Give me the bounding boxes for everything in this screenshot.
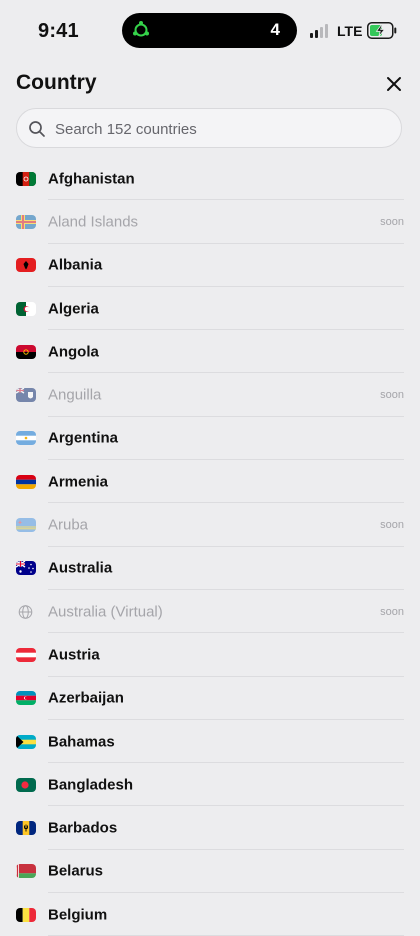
soon-badge: soon [380, 605, 404, 618]
ubuntu-logo-icon [133, 21, 149, 37]
flag-aw-icon [16, 518, 36, 533]
country-row[interactable]: Anguilla soon [0, 373, 420, 418]
status-bar: 9:41 4 LTE [0, 0, 420, 62]
country-row[interactable]: Bangladesh [0, 763, 420, 807]
country-name: Bahamas [48, 733, 115, 750]
country-row[interactable]: Armenia [0, 460, 420, 504]
status-time: 9:41 [38, 20, 79, 42]
soon-badge: soon [380, 389, 404, 402]
flag-bb-icon [16, 821, 36, 836]
dynamic-island[interactable]: 4 [122, 13, 297, 48]
country-name: Armenia [48, 473, 109, 491]
country-row[interactable]: Aruba soon [0, 503, 420, 547]
country-list: Afghanistan Aland Islands soon Albania Alger… [0, 157, 420, 936]
country-row[interactable]: Barbados [0, 806, 420, 851]
country-row[interactable]: Australia (Virtual) soon [0, 590, 420, 634]
globe-icon [18, 604, 33, 619]
soon-badge: soon [380, 519, 404, 532]
country-row[interactable]: Australia [0, 547, 420, 591]
signal-icon [310, 24, 330, 38]
country-row[interactable]: Albania [0, 244, 420, 288]
country-row[interactable]: Azerbaijan [0, 677, 420, 721]
soon-badge: soon [380, 215, 404, 228]
flag-ao-icon [16, 344, 36, 359]
search-icon [29, 121, 45, 137]
flag-be-icon [16, 907, 36, 922]
flag-ai-icon [16, 388, 36, 403]
flag-bd-icon [16, 777, 36, 792]
flag-at-icon [16, 647, 36, 662]
country-name: Azerbaijan [48, 689, 124, 707]
country-name: Algeria [48, 300, 99, 318]
country-row[interactable]: Afghanistan [0, 157, 420, 201]
island-counter: 4 [270, 20, 280, 39]
country-name: Afghanistan [48, 170, 135, 188]
page-title: Country [16, 71, 97, 94]
country-name: Anguilla [48, 386, 102, 404]
country-row[interactable]: Aland Islands soon [0, 200, 420, 244]
country-name: Albania [48, 256, 103, 274]
country-name: Australia (Virtual) [48, 603, 163, 621]
country-name: Belarus [48, 862, 104, 880]
country-row[interactable]: Algeria [0, 287, 420, 331]
header: Country [0, 62, 420, 106]
country-name: Barbados [48, 819, 118, 837]
country-name: Argentina [48, 429, 119, 447]
network-type: LTE [337, 23, 363, 39]
flag-bs-icon [16, 734, 36, 749]
flag-af-icon [16, 171, 36, 186]
country-row[interactable]: Belarus [0, 850, 420, 894]
country-name: Australia [48, 559, 113, 577]
country-name: Austria [48, 646, 100, 664]
country-name: Bangladesh [48, 776, 134, 794]
flag-am-icon [16, 474, 36, 489]
country-row[interactable]: Belgium [0, 893, 420, 936]
country-name: Angola [48, 343, 99, 361]
flag-al-icon [16, 258, 36, 273]
flag-au-icon [16, 561, 36, 576]
search-bar[interactable] [16, 108, 402, 149]
flag-dz-icon [16, 301, 36, 316]
country-row[interactable]: Argentina [0, 417, 420, 461]
flag-az-icon [16, 691, 36, 706]
battery-charging-icon [367, 22, 397, 39]
flag-by-icon [16, 864, 36, 879]
country-name: Aruba [48, 516, 89, 534]
flag-ax-icon [16, 214, 36, 229]
country-name: Belgium [48, 906, 108, 924]
country-row[interactable]: Bahamas [0, 720, 420, 764]
country-row[interactable]: Angola [0, 330, 420, 374]
search-input[interactable] [53, 109, 387, 149]
country-name: Aland Islands [48, 213, 139, 231]
close-button[interactable] [380, 70, 408, 98]
country-row[interactable]: Austria [0, 633, 420, 677]
close-icon [387, 77, 401, 91]
flag-ar-icon [16, 431, 36, 446]
